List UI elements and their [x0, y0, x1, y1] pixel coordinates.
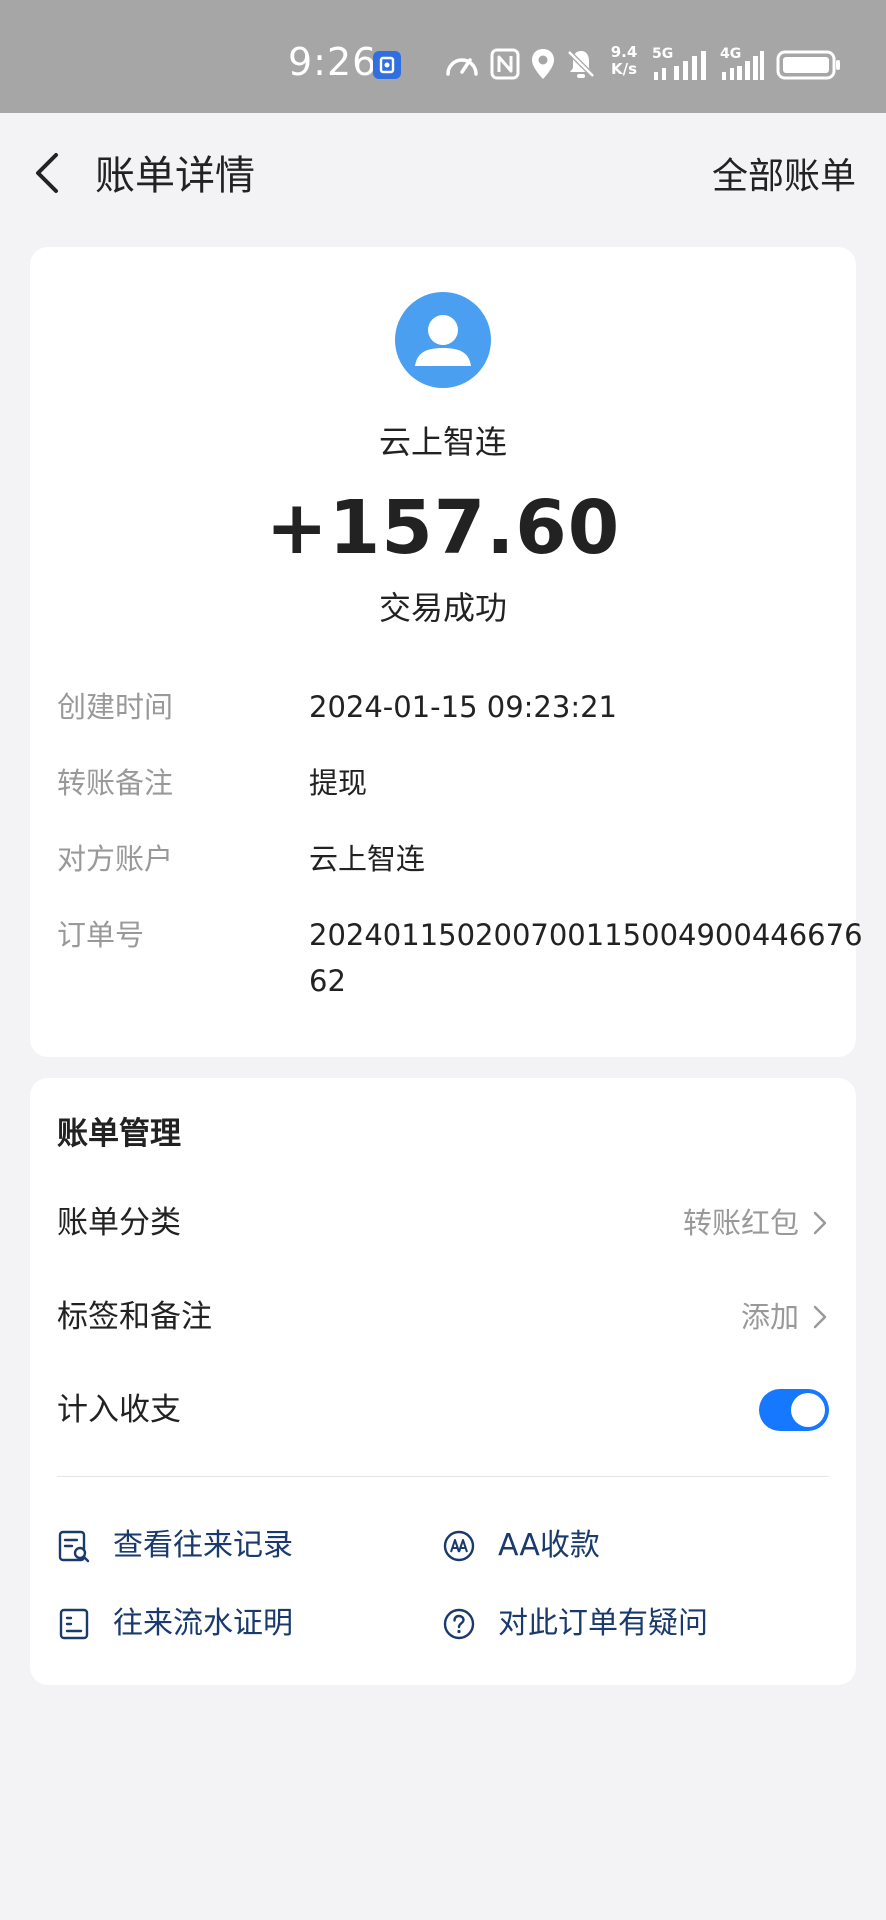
network-speed: 9.4 K/s — [606, 44, 642, 78]
count-in-budget-toggle[interactable] — [759, 1389, 829, 1431]
transaction-status: 交易成功 — [378, 589, 507, 627]
divider — [57, 1476, 829, 1477]
page-title: 账单详情 — [95, 153, 255, 199]
created-time-value: 2024-01-15 09:23:21 — [309, 690, 617, 724]
signal-5g-icon — [654, 51, 706, 80]
mute-bell-icon — [567, 50, 595, 78]
aa-collect-icon — [443, 1530, 475, 1562]
view-history-label: 查看往来记录 — [113, 1528, 293, 1563]
avatar — [395, 292, 491, 388]
order-number-label: 订单号 — [57, 918, 145, 952]
back-icon[interactable] — [24, 143, 84, 203]
chevron-right-icon — [813, 1305, 827, 1329]
status-bar: 9:26 9.4 K/s 5G 4G — [0, 0, 886, 113]
bill-category-row[interactable]: 账单分类 转账红包 — [57, 1198, 829, 1248]
signal-4g-icon — [722, 51, 764, 80]
network-speed-unit: K/s — [610, 60, 638, 78]
count-in-budget-row: 计入收支 — [57, 1385, 829, 1435]
order-question-label: 对此订单有疑问 — [498, 1606, 708, 1641]
header: 账单详情 全部账单 — [0, 113, 886, 233]
count-in-budget-label: 计入收支 — [57, 1392, 181, 1428]
chevron-right-icon — [813, 1211, 827, 1235]
document-proof-icon — [59, 1608, 89, 1640]
account-value: 云上智连 — [309, 842, 426, 876]
history-record-icon — [58, 1530, 90, 1563]
created-time-label: 创建时间 — [57, 690, 174, 724]
bill-management-title: 账单管理 — [57, 1116, 181, 1152]
tags-remark-row[interactable]: 标签和备注 添加 — [57, 1292, 829, 1342]
bill-management-card: 账单管理 账单分类 转账红包 标签和备注 添加 计入收支 查看往来记录 AA收款… — [30, 1078, 856, 1685]
speedometer-icon — [446, 58, 478, 76]
remark-label: 转账备注 — [57, 766, 174, 800]
bill-category-label: 账单分类 — [57, 1205, 181, 1241]
tags-remark-label: 标签和备注 — [57, 1299, 212, 1335]
bill-category-value: 转账红包 — [682, 1206, 799, 1240]
tags-remark-value: 添加 — [740, 1300, 799, 1334]
all-bills-link[interactable]: 全部账单 — [712, 147, 856, 199]
order-number-value[interactable]: 20240115020070011500490044667662 — [309, 912, 869, 1004]
network-speed-value: 9.4 — [610, 43, 638, 61]
transaction-detail-card: 云上智连 +157.60 交易成功 创建时间 2024-01-15 09:23:… — [30, 247, 863, 1057]
user-icon — [415, 315, 471, 366]
counterparty-name: 云上智连 — [378, 423, 507, 461]
aa-collect-label: AA收款 — [498, 1528, 600, 1563]
battery-icon — [776, 50, 840, 80]
toggle-knob — [791, 1393, 825, 1427]
transaction-proof-label: 往来流水证明 — [113, 1606, 293, 1641]
app-notification-icon — [373, 51, 401, 79]
status-time: 9:26 — [288, 40, 378, 84]
location-icon — [532, 49, 554, 79]
remark-value: 提现 — [309, 766, 368, 800]
nfc-icon — [490, 48, 520, 80]
transaction-amount: +157.60 — [265, 485, 621, 571]
account-label: 对方账户 — [57, 842, 174, 876]
question-icon — [443, 1608, 475, 1640]
